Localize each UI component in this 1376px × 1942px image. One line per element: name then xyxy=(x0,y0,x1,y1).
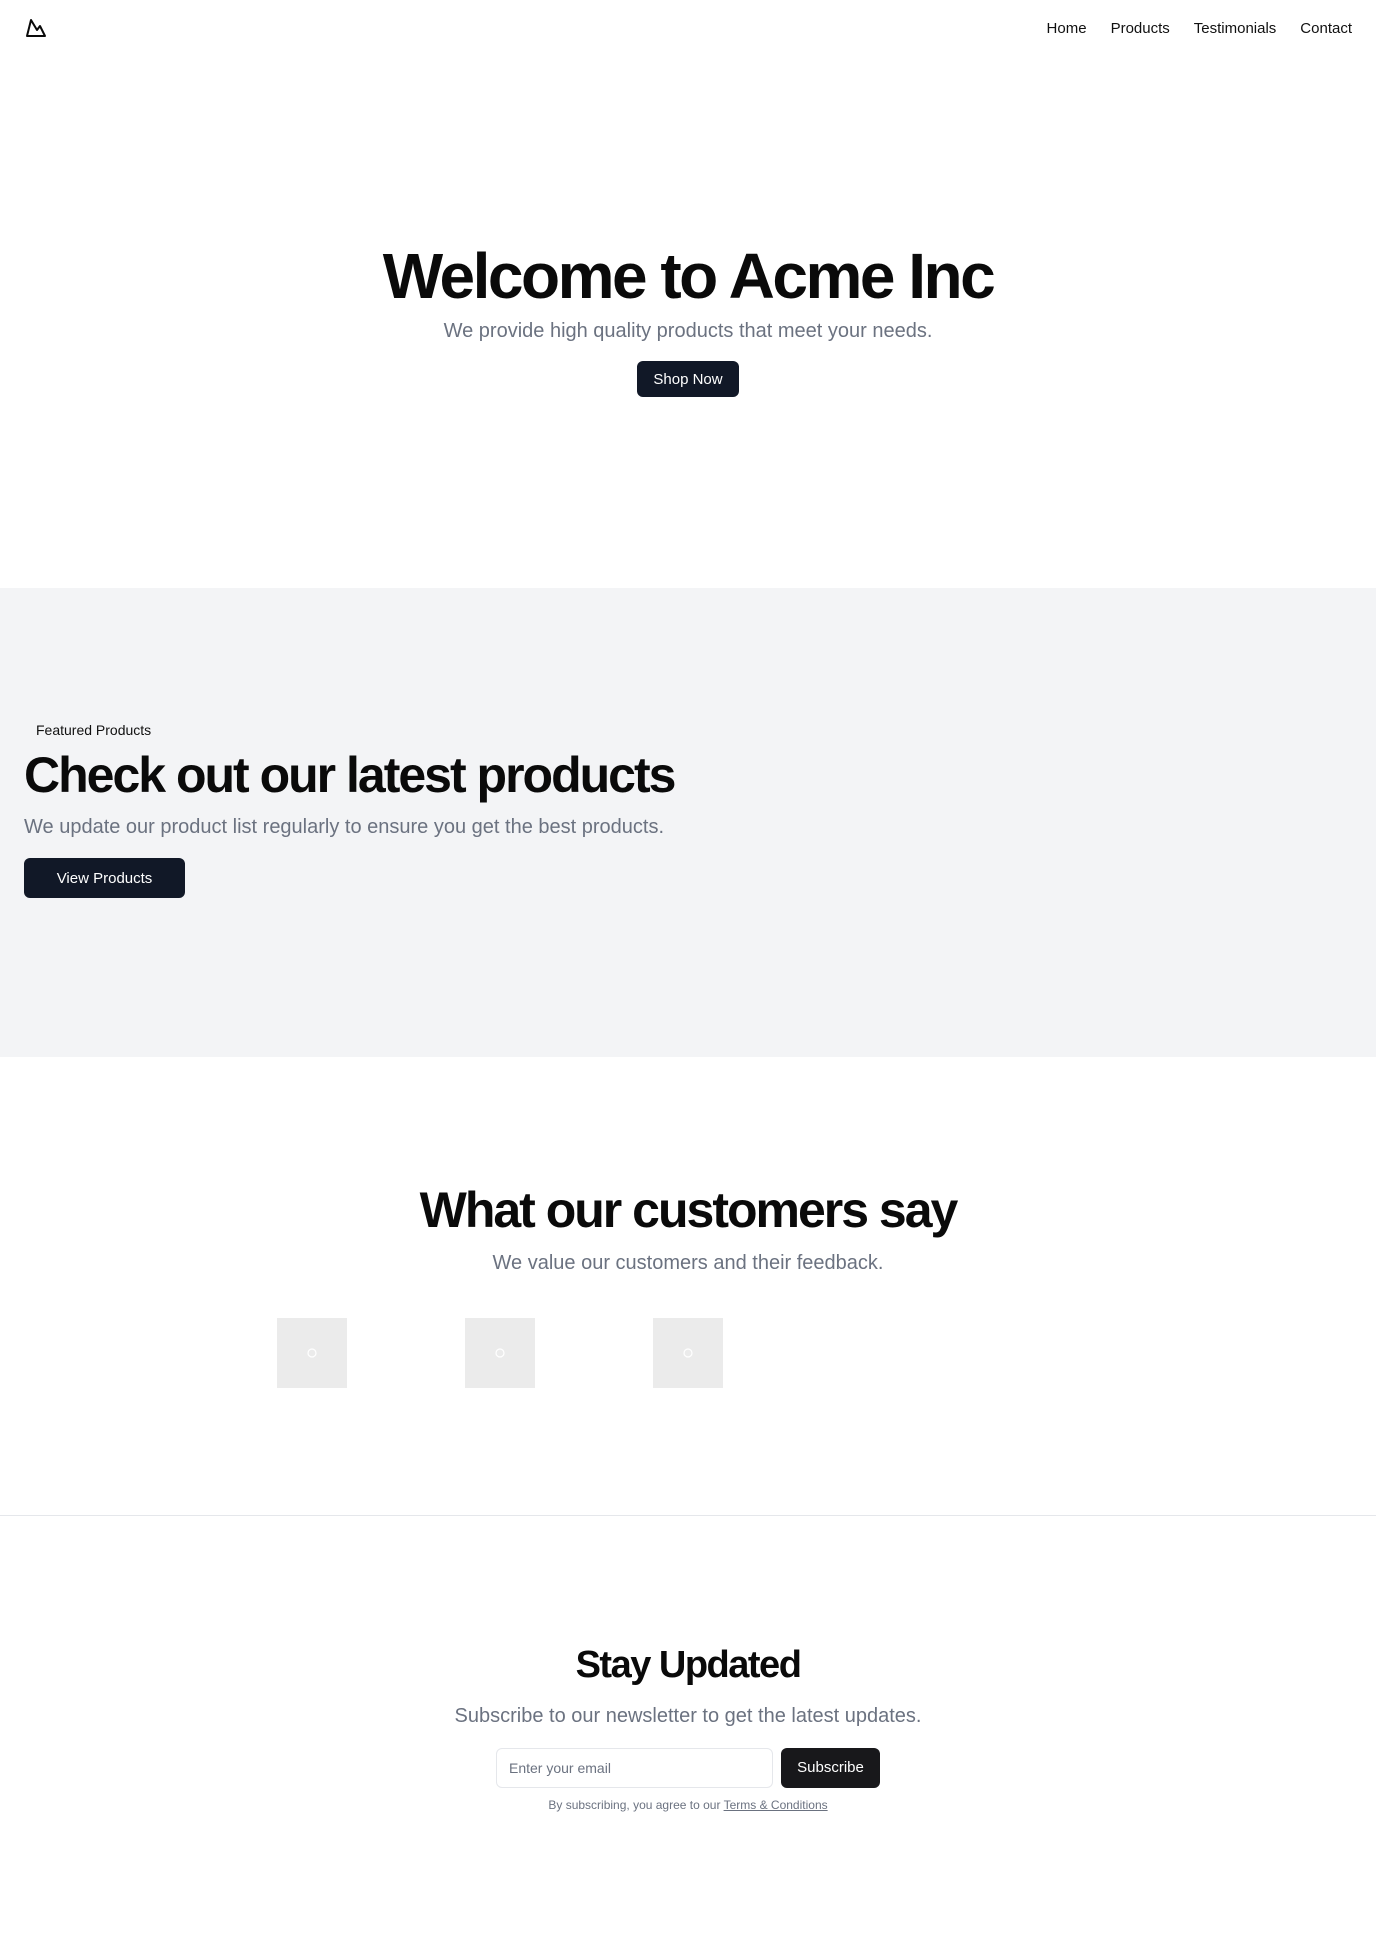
avatar xyxy=(465,1318,535,1388)
testimonials-title: What our customers say xyxy=(419,1182,959,1238)
image-placeholder-icon xyxy=(307,1348,317,1358)
featured-title: Check out our latest products xyxy=(24,747,676,803)
image-placeholder-icon xyxy=(495,1348,505,1358)
terms-link[interactable]: Terms & Conditions xyxy=(724,1798,828,1812)
nav-contact[interactable]: Contact xyxy=(1300,20,1352,37)
featured-subtitle: We update our product list regularly to … xyxy=(24,816,664,838)
subscribe-form: Subscribe xyxy=(496,1747,880,1788)
testimonials-section: What our customers say We value our cust… xyxy=(0,1057,1376,1516)
avatar xyxy=(653,1318,723,1388)
hero-title: Welcome to Acme Inc xyxy=(382,240,996,312)
newsletter-title: Stay Updated xyxy=(575,1644,802,1686)
testimonials-subtitle: We value our customers and their feedbac… xyxy=(492,1252,884,1274)
landing-page: Home Products Testimonials Contact Welco… xyxy=(0,0,1376,1942)
nav-home[interactable]: Home xyxy=(1047,20,1087,37)
image-placeholder-icon xyxy=(683,1348,693,1358)
terms-notice: By subscribing, you agree to our Terms &… xyxy=(548,1798,827,1812)
newsletter-section: Stay Updated Subscribe to our newsletter… xyxy=(0,1516,1376,1942)
customer-avatars xyxy=(277,1318,723,1388)
featured-badge: Featured Products xyxy=(36,722,152,738)
logo-link[interactable] xyxy=(24,16,48,40)
terms-prefix: By subscribing, you agree to our xyxy=(548,1797,724,1812)
site-header: Home Products Testimonials Contact xyxy=(0,0,1376,56)
mountain-icon xyxy=(26,19,46,37)
hero-subtitle: We provide high quality products that me… xyxy=(443,320,933,342)
hero-section: Welcome to Acme Inc We provide high qual… xyxy=(0,56,1376,588)
email-input[interactable] xyxy=(496,1747,773,1788)
main-nav: Home Products Testimonials Contact xyxy=(1047,20,1352,37)
avatar xyxy=(277,1318,347,1388)
nav-products[interactable]: Products xyxy=(1111,20,1170,37)
featured-section: Featured Products Check out our latest p… xyxy=(0,588,1376,1057)
shop-now-button[interactable]: Shop Now xyxy=(637,361,739,397)
view-products-button[interactable]: View Products xyxy=(24,858,185,898)
subscribe-button[interactable]: Subscribe xyxy=(781,1747,880,1788)
nav-testimonials[interactable]: Testimonials xyxy=(1194,20,1277,37)
newsletter-subtitle: Subscribe to our newsletter to get the l… xyxy=(454,1704,922,1727)
